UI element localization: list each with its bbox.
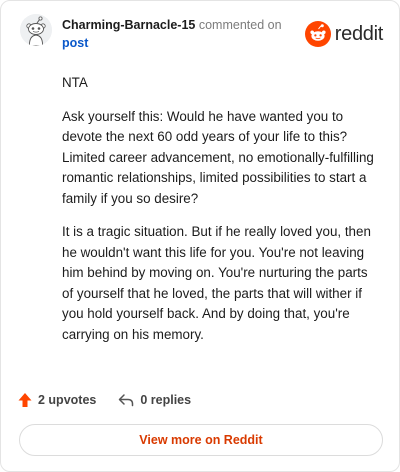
view-more-button[interactable]: View more on Reddit xyxy=(19,424,383,456)
upvotes-count: 2 upvotes xyxy=(38,393,97,407)
comment-header: Charming-Barnacle-15 commented on post xyxy=(62,16,302,52)
comment-paragraph: It is a tragic situation. But if he real… xyxy=(62,224,371,342)
action-text: commented on xyxy=(198,18,282,32)
replies-stat[interactable]: 0 replies xyxy=(118,393,191,407)
reply-arrow-icon xyxy=(119,394,134,407)
avatar[interactable] xyxy=(20,14,52,46)
post-link[interactable]: post xyxy=(62,34,302,52)
snoo-avatar-icon xyxy=(20,14,52,46)
upvote-arrow-icon xyxy=(18,393,32,407)
brand-wordmark: reddit xyxy=(334,22,384,45)
embedded-comment-card: Charming-Barnacle-15 commented on post r… xyxy=(0,0,400,472)
reddit-brand-link[interactable]: reddit xyxy=(304,21,384,47)
reddit-logo-icon xyxy=(304,21,331,47)
comment-paragraph: NTA xyxy=(62,75,88,90)
replies-count: 0 replies xyxy=(140,393,192,407)
username-link[interactable]: Charming-Barnacle-15 xyxy=(62,18,195,32)
upvotes-stat[interactable]: 2 upvotes xyxy=(18,392,96,408)
comment-stats: 2 upvotes 0 replies xyxy=(18,391,191,409)
comment-body: NTA Ask yourself this: Would he have wan… xyxy=(62,73,378,358)
comment-paragraph: Ask yourself this: Would he have wanted … xyxy=(62,108,374,206)
